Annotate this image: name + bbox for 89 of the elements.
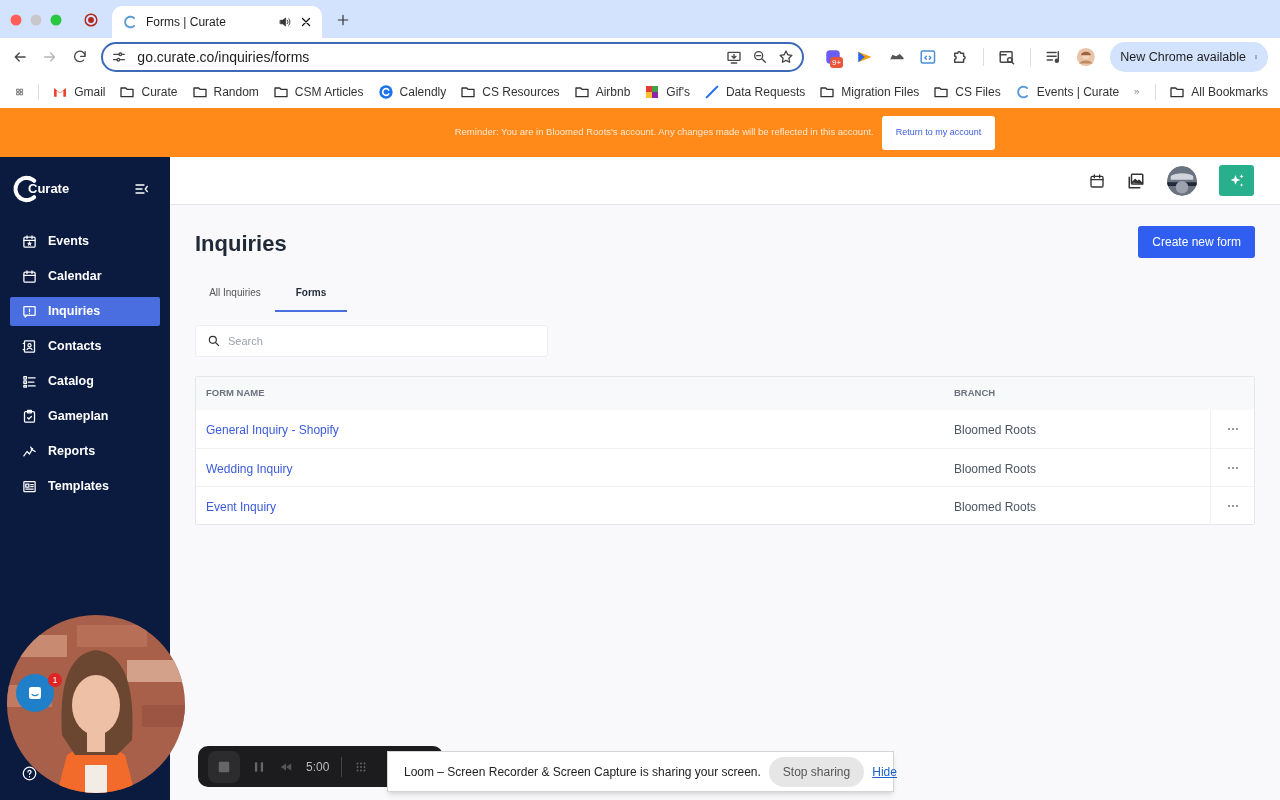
curate-logo-icon xyxy=(1014,84,1031,100)
help-icon[interactable] xyxy=(22,766,37,781)
bookmark-link[interactable]: Gmail xyxy=(74,83,106,101)
circle-logo-icon xyxy=(377,84,394,100)
folder-icon xyxy=(119,84,136,100)
puzzle-icon[interactable] xyxy=(951,48,969,66)
folder-icon xyxy=(933,84,950,100)
collapse-menu-icon[interactable] xyxy=(134,181,150,197)
install-icon[interactable] xyxy=(726,49,742,65)
bookmark-link[interactable]: Migration Files xyxy=(841,83,920,101)
gallery-icon[interactable] xyxy=(1127,171,1145,190)
inquiries-icon xyxy=(22,304,37,319)
page-title: Inquiries xyxy=(195,230,287,258)
nav-item[interactable]: Catalog xyxy=(10,367,160,396)
bookmark-link[interactable]: Gif's xyxy=(666,83,690,101)
speaker-icon[interactable] xyxy=(278,15,292,29)
pause-icon[interactable] xyxy=(252,759,266,774)
nav-item[interactable]: Calendar xyxy=(10,262,160,291)
sharing-message: Loom – Screen Recorder & Screen Capture is sharing your screen. xyxy=(404,763,761,781)
table-cell: Bloomed Roots xyxy=(954,461,1037,476)
calendar-icon[interactable] xyxy=(1089,172,1105,189)
folder-icon xyxy=(272,84,289,100)
reload-icon[interactable] xyxy=(71,49,88,65)
folder-icon xyxy=(1169,84,1186,100)
banner-message: Reminder: You are in Bloomed Roots's account. Any changes made will be reflected in this account. xyxy=(454,125,874,140)
folder-icon xyxy=(819,84,836,100)
chat-icon xyxy=(26,684,44,702)
form-link[interactable]: General Inquiry - Shopify xyxy=(206,423,339,437)
nav-item[interactable]: Gameplan xyxy=(10,402,160,431)
table-cell: Bloomed Roots xyxy=(954,423,1037,437)
column-header: FORM NAME xyxy=(205,386,266,401)
tab-title: Forms | Curate xyxy=(146,14,227,31)
bookmark-link[interactable]: CS Resources xyxy=(482,83,560,101)
url-text: go.curate.co/inquiries/forms xyxy=(137,47,311,67)
close-icon[interactable] xyxy=(300,16,312,28)
reports-icon xyxy=(22,444,37,459)
color-grid-icon xyxy=(644,84,661,100)
browser-tab[interactable]: Forms | Curate xyxy=(112,6,322,38)
table-cell: Bloomed Roots xyxy=(954,499,1037,514)
bookmark-link[interactable]: CS Files xyxy=(955,83,1001,101)
bookmark-link[interactable]: Random xyxy=(213,83,259,101)
templates-icon xyxy=(22,479,37,494)
hide-link[interactable]: Hide xyxy=(872,762,897,781)
folder-icon xyxy=(573,84,590,100)
contacts-icon xyxy=(22,339,37,354)
logo-text: Curate xyxy=(28,180,70,199)
search-field[interactable]: Search xyxy=(195,325,548,357)
nav-item[interactable]: Events xyxy=(10,227,160,256)
profile-avatar-icon[interactable] xyxy=(1076,47,1097,67)
nav-item[interactable]: Templates xyxy=(10,472,160,501)
curate-logo-icon xyxy=(122,14,138,30)
stop-recording-button[interactable] xyxy=(208,750,240,783)
page-tab[interactable]: All Inquiries xyxy=(195,274,275,312)
nav-item[interactable]: Inquiries xyxy=(10,297,160,326)
catalog-icon xyxy=(22,374,37,389)
return-button[interactable]: Return to my account xyxy=(881,115,996,150)
bookmark-link[interactable]: CSM Articles xyxy=(294,83,364,101)
folder-icon xyxy=(191,84,208,100)
folder-icon xyxy=(460,84,477,100)
record-icon xyxy=(84,13,98,27)
zoom-out-icon[interactable] xyxy=(752,49,768,65)
code-window-icon[interactable] xyxy=(919,48,938,66)
form-link[interactable]: Wedding Inquiry xyxy=(206,461,293,476)
stop-sharing-button[interactable]: Stop sharing xyxy=(768,756,865,787)
bookmark-star-icon[interactable] xyxy=(778,49,794,65)
timer-text: 5:00 xyxy=(306,758,330,776)
bookmark-link[interactable]: All Bookmarks xyxy=(1191,83,1268,101)
create-form-button[interactable]: Create new form xyxy=(1138,225,1255,258)
new-tab-icon[interactable] xyxy=(336,13,350,27)
form-link[interactable]: Event Inquiry xyxy=(206,499,277,514)
back-icon[interactable] xyxy=(12,49,28,65)
page-tab[interactable]: Forms xyxy=(275,274,347,312)
bookmark-link[interactable]: Calendly xyxy=(399,83,447,101)
gameplan-icon xyxy=(22,409,37,424)
site-settings-icon[interactable] xyxy=(111,49,128,65)
bookmark-link[interactable]: Curate xyxy=(141,83,178,101)
column-header: BRANCH xyxy=(954,386,996,401)
address-bar[interactable]: go.curate.co/inquiries/forms xyxy=(101,42,804,72)
nav-item[interactable]: Contacts xyxy=(10,332,160,361)
user-avatar-icon[interactable] xyxy=(1167,165,1197,196)
bookmark-link[interactable]: Data Requests xyxy=(725,83,806,101)
calendar-icon xyxy=(22,269,37,284)
nav-item[interactable]: Reports xyxy=(10,437,160,466)
bookmark-link[interactable]: Airbnb xyxy=(595,83,631,101)
stop-icon xyxy=(217,759,231,774)
bookmark-link[interactable]: Events | Curate xyxy=(1036,83,1120,101)
events-icon xyxy=(22,234,37,249)
extension-badge: 9+ xyxy=(830,57,844,68)
tab-search-icon[interactable] xyxy=(997,48,1016,66)
